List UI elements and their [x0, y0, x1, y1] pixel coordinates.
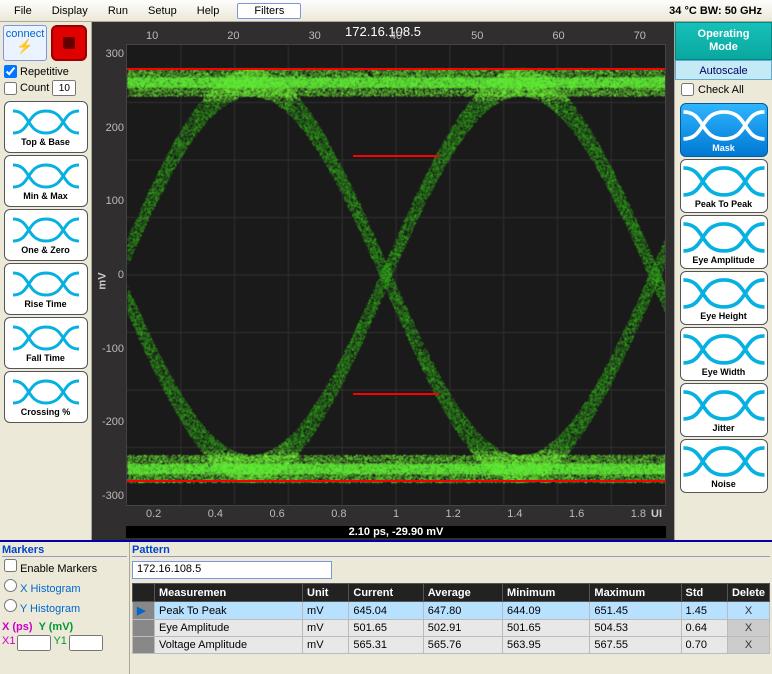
- meas-btn-one-zero[interactable]: One & Zero: [4, 209, 88, 261]
- right-btn-mask[interactable]: Mask: [680, 103, 768, 157]
- table-row[interactable]: Eye AmplitudemV501.65502.91 501.65504.53…: [133, 620, 770, 637]
- stop-button[interactable]: [51, 25, 87, 61]
- pattern-title: Pattern: [132, 544, 770, 557]
- right-btn-eye-amplitude[interactable]: Eye Amplitude: [680, 215, 768, 269]
- meas-btn-fall-time[interactable]: Fall Time: [4, 317, 88, 369]
- check-all-checkbox[interactable]: Check All: [675, 80, 772, 99]
- enable-markers-checkbox[interactable]: Enable Markers: [2, 557, 127, 577]
- delete-row-button[interactable]: X: [727, 602, 769, 620]
- right-btn-eye-height[interactable]: Eye Height: [680, 271, 768, 325]
- right-btn-eye-width[interactable]: Eye Width: [680, 327, 768, 381]
- right-btn-noise[interactable]: Noise: [680, 439, 768, 493]
- y-histogram-radio[interactable]: Y Histogram: [2, 597, 127, 617]
- markers-title: Markers: [2, 544, 127, 557]
- pattern-ip-field[interactable]: 172.16.108.5: [132, 561, 332, 579]
- x-histogram-radio[interactable]: X Histogram: [2, 577, 127, 597]
- menubar: File Display Run Setup Help Filters 34 °…: [0, 0, 772, 22]
- y-axis-unit: mV: [97, 272, 109, 289]
- autoscale-button[interactable]: Autoscale: [675, 60, 772, 80]
- pattern-panel: Pattern 172.16.108.5 MeasuremenUnitCurre…: [130, 542, 772, 674]
- meas-btn-min-max[interactable]: Min & Max: [4, 155, 88, 207]
- y1-input[interactable]: [69, 635, 103, 651]
- x1-input[interactable]: [17, 635, 51, 651]
- measurements-table: MeasuremenUnitCurrentAverageMinimumMaxim…: [132, 583, 770, 654]
- plug-icon: ⚡: [4, 40, 46, 52]
- eye-diagram-area: 172.16.108.5 10203040506070 3002001000-1…: [92, 22, 674, 540]
- menu-file[interactable]: File: [4, 3, 42, 19]
- delete-row-button[interactable]: X: [727, 637, 769, 654]
- table-row[interactable]: ▶ Peak To PeakmV645.04647.80 644.09651.4…: [133, 602, 770, 620]
- menu-help[interactable]: Help: [187, 3, 230, 19]
- table-row[interactable]: Voltage AmplitudemV565.31565.76 563.9556…: [133, 637, 770, 654]
- markers-panel: Markers Enable Markers X Histogram Y His…: [0, 542, 130, 674]
- right-sidebar: OperatingMode Autoscale Check All MaskPe…: [674, 22, 772, 540]
- x-axis-unit: UI: [651, 508, 662, 520]
- eye-plot[interactable]: [126, 44, 666, 506]
- connect-button[interactable]: connect⚡: [3, 25, 47, 61]
- filters-button[interactable]: Filters: [237, 3, 301, 19]
- cursor-readout: 2.10 ps, -29.90 mV: [126, 526, 666, 538]
- left-sidebar: connect⚡ Repetitive Count Top & BaseMin …: [0, 22, 92, 540]
- delete-row-button[interactable]: X: [727, 620, 769, 637]
- status-temp-bw: 34 °C BW: 50 GHz: [669, 5, 768, 17]
- right-btn-peak-to-peak[interactable]: Peak To Peak: [680, 159, 768, 213]
- meas-btn-rise-time[interactable]: Rise Time: [4, 263, 88, 315]
- menu-display[interactable]: Display: [42, 3, 98, 19]
- menu-setup[interactable]: Setup: [138, 3, 187, 19]
- operating-mode-button[interactable]: OperatingMode: [675, 22, 772, 60]
- count-checkbox[interactable]: Count: [0, 79, 91, 97]
- count-input[interactable]: [52, 80, 76, 96]
- meas-btn-top-base[interactable]: Top & Base: [4, 101, 88, 153]
- menu-run[interactable]: Run: [98, 3, 138, 19]
- right-btn-jitter[interactable]: Jitter: [680, 383, 768, 437]
- repetitive-checkbox[interactable]: Repetitive: [0, 64, 91, 79]
- meas-btn-crossing-[interactable]: Crossing %: [4, 371, 88, 423]
